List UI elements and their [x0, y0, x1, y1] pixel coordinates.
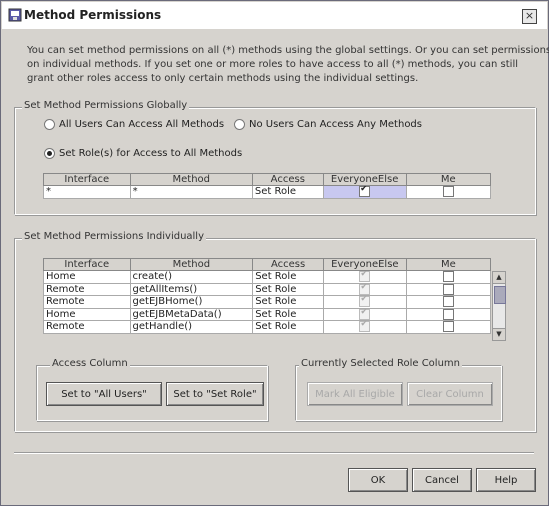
cell-everyone-else[interactable] [322, 307, 407, 321]
cell-access[interactable]: Set Role [252, 282, 324, 296]
radio-all-users[interactable]: All Users Can Access All Methods [44, 119, 224, 130]
cell-me[interactable] [405, 295, 492, 309]
cell-method[interactable]: getAllItems() [129, 282, 254, 296]
dialog-content: You can set method permissions on all (*… [2, 29, 549, 505]
cell-interface[interactable]: Remote [43, 282, 131, 296]
table-row[interactable]: Home getEJBMetaData() Set Role [43, 307, 492, 321]
cell-interface[interactable]: Home [43, 307, 131, 321]
method-permissions-dialog: Method Permissions × You can set method … [0, 0, 549, 506]
radio-no-users-button[interactable] [234, 119, 245, 130]
cell-everyone-else[interactable] [322, 320, 407, 334]
cell-interface[interactable]: Home [43, 270, 131, 284]
column-header-everyone-else[interactable]: EveryoneElse [322, 258, 407, 271]
cell-method[interactable]: getEJBMetaData() [129, 307, 254, 321]
cell-access[interactable]: Set Role [252, 295, 324, 309]
column-header-everyone-else[interactable]: EveryoneElse [322, 173, 407, 186]
radio-set-roles[interactable]: Set Role(s) for Access to All Methods [44, 148, 242, 159]
cell-interface[interactable]: Remote [43, 295, 131, 309]
column-header-me[interactable]: Me [405, 173, 492, 186]
cell-me[interactable] [405, 185, 492, 199]
role-column-label: Currently Selected Role Column [299, 358, 462, 369]
me-checkbox[interactable] [442, 296, 454, 307]
me-checkbox[interactable] [442, 308, 454, 320]
ok-button[interactable]: OK [348, 468, 408, 492]
cell-me[interactable] [405, 320, 492, 334]
cell-me[interactable] [405, 282, 492, 296]
table-row[interactable]: Remote getEJBHome() Set Role [43, 295, 492, 309]
individual-permissions-table: Interface Method Access EveryoneElse Me … [43, 258, 492, 334]
cell-access[interactable]: Set Role [252, 320, 324, 334]
footer-divider [14, 452, 534, 454]
description: You can set method permissions on all (*… [27, 44, 549, 86]
mark-all-eligible-button[interactable]: Mark All Eligible [307, 382, 403, 406]
column-header-method[interactable]: Method [129, 173, 253, 186]
table-scrollbar[interactable]: ▲ ▼ [492, 271, 506, 341]
scroll-thumb[interactable] [494, 286, 506, 304]
cell-method[interactable]: getHandle() [129, 320, 254, 334]
help-button[interactable]: Help [476, 468, 536, 492]
cell-method[interactable]: getEJBHome() [129, 295, 254, 309]
cell-access[interactable]: Set Role [251, 185, 324, 199]
cell-access[interactable]: Set Role [252, 270, 324, 284]
window-title: Method Permissions [24, 8, 162, 22]
cell-interface[interactable]: Remote [43, 320, 131, 334]
table-row[interactable]: * * Set Role [43, 185, 492, 199]
clear-column-button[interactable]: Clear Column [407, 382, 493, 406]
global-permissions-table: Interface Method Access EveryoneElse Me … [43, 173, 492, 199]
global-group-label: Set Method Permissions Globally [22, 100, 190, 111]
radio-no-users-label: No Users Can Access Any Methods [249, 119, 422, 130]
description-line: You can set method permissions on all (*… [27, 45, 549, 56]
everyone-else-checkbox[interactable] [359, 296, 371, 307]
me-checkbox[interactable] [442, 283, 454, 295]
table-row[interactable]: Remote getHandle() Set Role [43, 320, 492, 334]
cell-method[interactable]: * [129, 185, 253, 199]
cell-everyone-else[interactable] [322, 185, 407, 199]
table-row[interactable]: Remote getAllItems() Set Role [43, 282, 492, 296]
scroll-down-icon[interactable]: ▼ [493, 328, 505, 340]
cell-me[interactable] [405, 270, 492, 284]
cell-everyone-else[interactable] [322, 270, 407, 284]
set-role-button[interactable]: Set to "Set Role" [166, 382, 264, 406]
set-all-users-button[interactable]: Set to "All Users" [46, 382, 162, 406]
radio-all-users-label: All Users Can Access All Methods [59, 119, 225, 130]
app-icon [8, 8, 22, 22]
description-line: on individual methods. If you set one or… [27, 59, 519, 70]
everyone-else-checkbox[interactable] [359, 186, 371, 197]
everyone-else-checkbox[interactable] [359, 283, 371, 295]
access-column-label: Access Column [50, 358, 130, 369]
cell-access[interactable]: Set Role [252, 307, 324, 321]
description-line: grant other roles access to only certain… [27, 73, 419, 84]
radio-set-roles-button[interactable] [44, 148, 55, 159]
table-row[interactable]: Home create() Set Role [43, 270, 492, 284]
cell-everyone-else[interactable] [322, 282, 407, 296]
radio-all-users-button[interactable] [44, 119, 55, 130]
table-header-row: Interface Method Access EveryoneElse Me [43, 173, 492, 186]
everyone-else-checkbox[interactable] [359, 271, 371, 282]
table-header-row: Interface Method Access EveryoneElse Me [43, 258, 492, 271]
me-checkbox[interactable] [442, 321, 454, 332]
radio-no-users[interactable]: No Users Can Access Any Methods [234, 119, 422, 130]
radio-set-roles-label: Set Role(s) for Access to All Methods [59, 148, 243, 159]
cancel-button[interactable]: Cancel [412, 468, 472, 492]
me-checkbox[interactable] [442, 186, 454, 197]
cell-everyone-else[interactable] [322, 295, 407, 309]
close-icon[interactable]: × [522, 9, 537, 24]
column-header-me[interactable]: Me [405, 258, 492, 271]
scroll-up-icon[interactable]: ▲ [493, 272, 505, 284]
everyone-else-checkbox[interactable] [359, 321, 371, 332]
me-checkbox[interactable] [442, 271, 454, 282]
column-header-interface[interactable]: Interface [43, 258, 131, 271]
title-bar: Method Permissions × [2, 2, 547, 29]
cell-interface[interactable]: * [43, 185, 131, 199]
everyone-else-checkbox[interactable] [359, 308, 371, 320]
column-header-interface[interactable]: Interface [43, 173, 131, 186]
column-header-access[interactable]: Access [252, 258, 324, 271]
column-header-method[interactable]: Method [129, 258, 254, 271]
cell-me[interactable] [405, 307, 492, 321]
individual-group-label: Set Method Permissions Individually [22, 231, 207, 242]
column-header-access[interactable]: Access [251, 173, 324, 186]
cell-method[interactable]: create() [129, 270, 254, 284]
